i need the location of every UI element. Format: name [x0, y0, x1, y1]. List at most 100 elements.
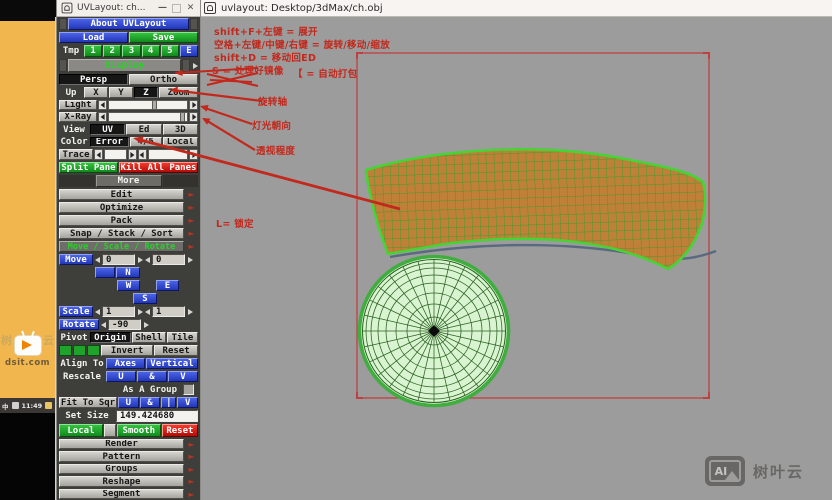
msr-arrow-icon[interactable]: ►: [185, 241, 198, 252]
fit-u-button[interactable]: U: [118, 397, 139, 408]
light-button[interactable]: Light: [59, 100, 97, 110]
tmp-button-4[interactable]: 4: [142, 45, 160, 57]
pivot-tile-button[interactable]: Tile: [167, 332, 198, 343]
tray-icon[interactable]: [12, 402, 19, 409]
ortho-button[interactable]: Ortho: [129, 74, 198, 85]
light-slider[interactable]: [108, 100, 188, 110]
pivot-shell-button[interactable]: Shell: [132, 332, 166, 343]
fit-bar-button[interactable]: |: [161, 397, 176, 408]
minimize-icon[interactable]: —: [157, 3, 168, 13]
menu-segment-button[interactable]: Segment: [59, 489, 184, 499]
edit-arrow-icon[interactable]: ►: [185, 189, 198, 200]
snap-arrow-icon[interactable]: ►: [185, 228, 198, 239]
menu-pack-button[interactable]: Pack: [59, 215, 184, 226]
as-a-group-checkbox[interactable]: [183, 384, 194, 395]
render-arrow-icon[interactable]: ►: [185, 439, 198, 449]
rescale-u-button[interactable]: U: [106, 371, 136, 382]
rescale-amp-button[interactable]: &: [137, 371, 167, 382]
move-y-field[interactable]: 0: [152, 254, 185, 265]
trace-slider2[interactable]: [148, 149, 188, 160]
xray-button[interactable]: X-Ray: [59, 112, 97, 122]
scale-y-field[interactable]: 1: [152, 306, 185, 317]
tmp-button-3[interactable]: 3: [122, 45, 140, 57]
fit-v-button[interactable]: V: [177, 397, 198, 408]
local-button[interactable]: Local: [59, 424, 103, 437]
rotate-button[interactable]: Rotate: [59, 319, 99, 330]
smooth-button[interactable]: Smooth: [117, 424, 161, 437]
restore-icon[interactable]: [172, 4, 181, 13]
kill-all-panes-button[interactable]: Kill All Panes: [119, 162, 198, 173]
scale-x-inc-icon[interactable]: [136, 306, 143, 317]
panel-titlebar[interactable]: UVLayout: ch... — ✕: [57, 0, 200, 17]
pivot-swatch-2[interactable]: [73, 345, 86, 356]
move-x-field[interactable]: 0: [102, 254, 135, 265]
light-slider-left-icon[interactable]: [98, 100, 107, 110]
set-size-field[interactable]: 149.424680: [116, 410, 198, 422]
tmp-button-e[interactable]: E: [180, 45, 198, 57]
pack-arrow-icon[interactable]: ►: [185, 215, 198, 226]
rotate-dec-icon[interactable]: [100, 319, 107, 330]
menu-snap-stack-sort-button[interactable]: Snap / Stack / Sort: [59, 228, 184, 239]
segment-arrow-icon[interactable]: ►: [185, 489, 198, 499]
dir-west-button[interactable]: W: [117, 280, 140, 291]
scale-x-dec-icon[interactable]: [94, 306, 101, 317]
reset-button[interactable]: Reset: [154, 345, 198, 356]
menu-pattern-button[interactable]: Pattern: [59, 451, 184, 462]
menu-edit-button[interactable]: Edit: [59, 189, 184, 200]
local-spacer-button[interactable]: [104, 424, 116, 437]
dir-blank-button[interactable]: [95, 267, 115, 278]
trace-slider1[interactable]: [104, 149, 127, 160]
view-ed-button[interactable]: Ed: [126, 124, 161, 135]
rotate-inc-icon[interactable]: [142, 319, 149, 330]
align-axes-button[interactable]: Axes: [106, 358, 145, 369]
menu-reshape-button[interactable]: Reshape: [59, 476, 184, 487]
xray-slider[interactable]: [108, 112, 188, 122]
groups-arrow-icon[interactable]: ►: [185, 464, 198, 474]
fit-amp-button[interactable]: &: [140, 397, 161, 408]
move-scale-rotate-header[interactable]: Move / Scale / Rotate: [59, 241, 184, 252]
display-section-header[interactable]: Display: [68, 59, 181, 72]
menu-render-button[interactable]: Render: [59, 439, 184, 449]
more-button[interactable]: More: [96, 175, 162, 187]
dir-north-button[interactable]: N: [116, 267, 140, 278]
reset-smooth-button[interactable]: Reset: [162, 424, 198, 437]
xray-slider-right-icon[interactable]: [189, 112, 198, 122]
about-uvlayout-button[interactable]: About UVLayout: [68, 18, 189, 30]
tmp-button-2[interactable]: 2: [103, 45, 121, 57]
up-z-button[interactable]: Z: [134, 87, 158, 98]
menu-groups-button[interactable]: Groups: [59, 464, 184, 474]
close-icon[interactable]: ✕: [185, 3, 196, 13]
trace-slider1-right-icon[interactable]: [128, 149, 137, 160]
fit-to-sqr-button[interactable]: Fit To Sqr: [59, 397, 117, 408]
light-slider-right-icon[interactable]: [189, 100, 198, 110]
menu-optimize-button[interactable]: Optimize: [59, 202, 184, 213]
pattern-arrow-icon[interactable]: ►: [185, 451, 198, 462]
move-y-dec-icon[interactable]: [144, 254, 151, 265]
pivot-swatch-3[interactable]: [87, 345, 100, 356]
display-expand-icon[interactable]: [191, 59, 198, 72]
up-zoom-button[interactable]: Zoom: [159, 87, 198, 98]
view-uv-button[interactable]: UV: [90, 124, 125, 135]
tmp-button-5[interactable]: 5: [161, 45, 179, 57]
trace-slider2-left-icon[interactable]: [138, 149, 147, 160]
tmp-button-1[interactable]: 1: [84, 45, 102, 57]
view-3d-button[interactable]: 3D: [163, 124, 198, 135]
scale-y-dec-icon[interactable]: [144, 306, 151, 317]
trace-slider1-left-icon[interactable]: [94, 149, 103, 160]
main-window-titlebar[interactable]: uvlayout: Desktop/3dMax/ch.obj: [198, 0, 832, 17]
scale-button[interactable]: Scale: [59, 306, 93, 317]
ime-indicator[interactable]: 中: [2, 401, 9, 411]
save-button[interactable]: Save: [129, 32, 198, 43]
xray-slider-left-icon[interactable]: [98, 112, 107, 122]
align-vertical-button[interactable]: Vertical: [146, 358, 198, 369]
chat-icon[interactable]: [45, 402, 52, 409]
dir-east-button[interactable]: E: [156, 280, 179, 291]
rescale-v-button[interactable]: V: [168, 371, 198, 382]
color-local-button[interactable]: Local: [163, 137, 198, 147]
dir-south-button[interactable]: S: [133, 293, 157, 304]
color-45-button[interactable]: 4/5: [130, 137, 162, 147]
pivot-origin-button[interactable]: Origin: [90, 332, 131, 343]
persp-button[interactable]: Persp: [59, 74, 128, 85]
pivot-swatch-1[interactable]: [59, 345, 72, 356]
rotate-field[interactable]: -90: [108, 319, 141, 330]
